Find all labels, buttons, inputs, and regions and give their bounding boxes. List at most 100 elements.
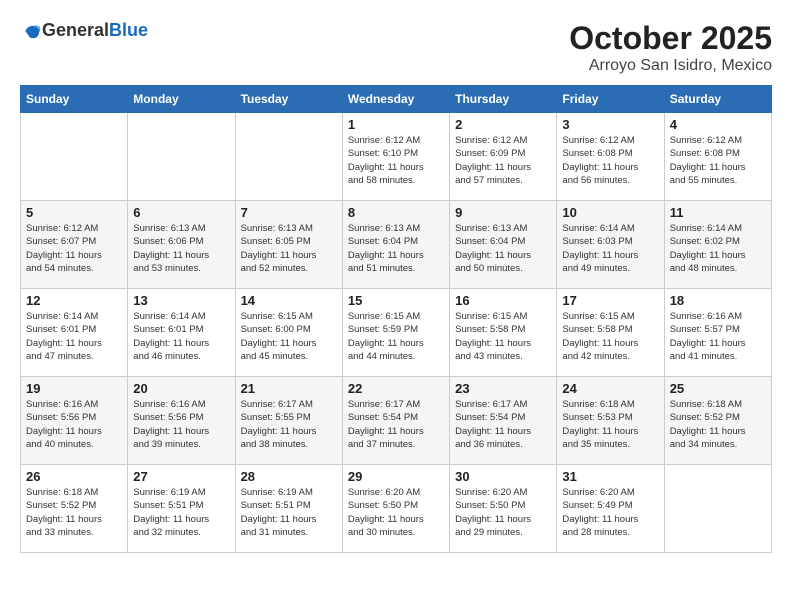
day-number: 24 <box>562 381 658 396</box>
day-number: 5 <box>26 205 122 220</box>
day-number: 15 <box>348 293 444 308</box>
day-number: 22 <box>348 381 444 396</box>
day-info: Sunrise: 6:18 AM Sunset: 5:53 PM Dayligh… <box>562 398 658 451</box>
day-number: 27 <box>133 469 229 484</box>
day-number: 12 <box>26 293 122 308</box>
day-number: 10 <box>562 205 658 220</box>
day-number: 1 <box>348 117 444 132</box>
day-info: Sunrise: 6:20 AM Sunset: 5:50 PM Dayligh… <box>348 486 444 539</box>
day-info: Sunrise: 6:20 AM Sunset: 5:50 PM Dayligh… <box>455 486 551 539</box>
weekday-header-friday: Friday <box>557 86 664 113</box>
calendar-week-1: 1Sunrise: 6:12 AM Sunset: 6:10 PM Daylig… <box>21 113 772 201</box>
calendar-cell: 8 Sunrise: 6:13 AM Sunset: 6:04 PM Daylig… <box>342 201 449 289</box>
calendar-week-3: 12 Sunrise: 6:14 AM Sunset: 6:01 PM Dayli… <box>21 289 772 377</box>
day-info: Sunrise: 6:13 AM Sunset: 6:06 PM Dayligh… <box>133 222 229 275</box>
calendar-cell: 12 Sunrise: 6:14 AM Sunset: 6:01 PM Dayli… <box>21 289 128 377</box>
calendar-cell: 31Sunrise: 6:20 AM Sunset: 5:49 PM Dayli… <box>557 465 664 553</box>
day-number: 20 <box>133 381 229 396</box>
calendar-cell: 15Sunrise: 6:15 AM Sunset: 5:59 PM Dayli… <box>342 289 449 377</box>
day-number: 8 <box>348 205 444 220</box>
calendar-cell: 2 Sunrise: 6:12 AM Sunset: 6:09 PM Daylig… <box>450 113 557 201</box>
day-info: Sunrise: 6:12 AM Sunset: 6:07 PM Dayligh… <box>26 222 122 275</box>
day-info: Sunrise: 6:16 AM Sunset: 5:57 PM Dayligh… <box>670 310 766 363</box>
calendar: SundayMondayTuesdayWednesdayThursdayFrid… <box>20 85 772 553</box>
day-number: 9 <box>455 205 551 220</box>
calendar-cell <box>664 465 771 553</box>
title-area: October 2025 Arroyo San Isidro, Mexico <box>569 20 772 75</box>
logo: GeneralBlue <box>20 20 148 41</box>
day-number: 16 <box>455 293 551 308</box>
calendar-cell: 7Sunrise: 6:13 AM Sunset: 6:05 PM Daylig… <box>235 201 342 289</box>
day-info: Sunrise: 6:16 AM Sunset: 5:56 PM Dayligh… <box>133 398 229 451</box>
calendar-cell: 16 Sunrise: 6:15 AM Sunset: 5:58 PM Dayli… <box>450 289 557 377</box>
day-info: Sunrise: 6:15 AM Sunset: 6:00 PM Dayligh… <box>241 310 337 363</box>
day-number: 29 <box>348 469 444 484</box>
day-info: Sunrise: 6:16 AM Sunset: 5:56 PM Dayligh… <box>26 398 122 451</box>
day-info: Sunrise: 6:20 AM Sunset: 5:49 PM Dayligh… <box>562 486 658 539</box>
day-number: 30 <box>455 469 551 484</box>
day-info: Sunrise: 6:12 AM Sunset: 6:09 PM Dayligh… <box>455 134 551 187</box>
calendar-cell: 10 Sunrise: 6:14 AM Sunset: 6:03 PM Dayli… <box>557 201 664 289</box>
day-info: Sunrise: 6:14 AM Sunset: 6:02 PM Dayligh… <box>670 222 766 275</box>
day-info: Sunrise: 6:14 AM Sunset: 6:01 PM Dayligh… <box>26 310 122 363</box>
calendar-cell: 9 Sunrise: 6:13 AM Sunset: 6:04 PM Daylig… <box>450 201 557 289</box>
calendar-cell: 24 Sunrise: 6:18 AM Sunset: 5:53 PM Dayli… <box>557 377 664 465</box>
calendar-cell: 5 Sunrise: 6:12 AM Sunset: 6:07 PM Daylig… <box>21 201 128 289</box>
calendar-cell: 29 Sunrise: 6:20 AM Sunset: 5:50 PM Dayli… <box>342 465 449 553</box>
day-info: Sunrise: 6:17 AM Sunset: 5:54 PM Dayligh… <box>348 398 444 451</box>
calendar-cell: 23Sunrise: 6:17 AM Sunset: 5:54 PM Dayli… <box>450 377 557 465</box>
day-info: Sunrise: 6:18 AM Sunset: 5:52 PM Dayligh… <box>670 398 766 451</box>
calendar-cell <box>21 113 128 201</box>
calendar-week-4: 19 Sunrise: 6:16 AM Sunset: 5:56 PM Dayli… <box>21 377 772 465</box>
day-info: Sunrise: 6:15 AM Sunset: 5:58 PM Dayligh… <box>562 310 658 363</box>
day-number: 11 <box>670 205 766 220</box>
day-number: 13 <box>133 293 229 308</box>
weekday-header-monday: Monday <box>128 86 235 113</box>
calendar-cell: 11 Sunrise: 6:14 AM Sunset: 6:02 PM Dayli… <box>664 201 771 289</box>
day-info: Sunrise: 6:12 AM Sunset: 6:08 PM Dayligh… <box>670 134 766 187</box>
calendar-cell: 22 Sunrise: 6:17 AM Sunset: 5:54 PM Dayli… <box>342 377 449 465</box>
calendar-week-5: 26Sunrise: 6:18 AM Sunset: 5:52 PM Dayli… <box>21 465 772 553</box>
calendar-cell: 19 Sunrise: 6:16 AM Sunset: 5:56 PM Dayli… <box>21 377 128 465</box>
calendar-cell: 20 Sunrise: 6:16 AM Sunset: 5:56 PM Dayli… <box>128 377 235 465</box>
day-number: 21 <box>241 381 337 396</box>
calendar-cell: 14Sunrise: 6:15 AM Sunset: 6:00 PM Dayli… <box>235 289 342 377</box>
day-number: 4 <box>670 117 766 132</box>
day-info: Sunrise: 6:13 AM Sunset: 6:04 PM Dayligh… <box>348 222 444 275</box>
calendar-cell: 21Sunrise: 6:17 AM Sunset: 5:55 PM Dayli… <box>235 377 342 465</box>
logo-general: General <box>42 20 109 40</box>
calendar-week-2: 5 Sunrise: 6:12 AM Sunset: 6:07 PM Daylig… <box>21 201 772 289</box>
weekday-header-row: SundayMondayTuesdayWednesdayThursdayFrid… <box>21 86 772 113</box>
day-number: 17 <box>562 293 658 308</box>
day-number: 28 <box>241 469 337 484</box>
calendar-cell: 28 Sunrise: 6:19 AM Sunset: 5:51 PM Dayli… <box>235 465 342 553</box>
calendar-cell: 3Sunrise: 6:12 AM Sunset: 6:08 PM Daylig… <box>557 113 664 201</box>
day-info: Sunrise: 6:19 AM Sunset: 5:51 PM Dayligh… <box>241 486 337 539</box>
day-info: Sunrise: 6:13 AM Sunset: 6:04 PM Dayligh… <box>455 222 551 275</box>
logo-blue: Blue <box>109 20 148 40</box>
day-number: 3 <box>562 117 658 132</box>
location-title: Arroyo San Isidro, Mexico <box>569 57 772 75</box>
calendar-cell: 17 Sunrise: 6:15 AM Sunset: 5:58 PM Dayli… <box>557 289 664 377</box>
day-number: 23 <box>455 381 551 396</box>
day-info: Sunrise: 6:13 AM Sunset: 6:05 PM Dayligh… <box>241 222 337 275</box>
page-header: GeneralBlue October 2025 Arroyo San Isid… <box>20 20 772 75</box>
weekday-header-tuesday: Tuesday <box>235 86 342 113</box>
weekday-header-wednesday: Wednesday <box>342 86 449 113</box>
calendar-cell: 30 Sunrise: 6:20 AM Sunset: 5:50 PM Dayli… <box>450 465 557 553</box>
day-number: 25 <box>670 381 766 396</box>
calendar-cell: 6 Sunrise: 6:13 AM Sunset: 6:06 PM Daylig… <box>128 201 235 289</box>
day-number: 26 <box>26 469 122 484</box>
day-info: Sunrise: 6:14 AM Sunset: 6:01 PM Dayligh… <box>133 310 229 363</box>
logo-icon <box>22 21 42 41</box>
day-info: Sunrise: 6:14 AM Sunset: 6:03 PM Dayligh… <box>562 222 658 275</box>
day-number: 18 <box>670 293 766 308</box>
day-info: Sunrise: 6:19 AM Sunset: 5:51 PM Dayligh… <box>133 486 229 539</box>
day-number: 6 <box>133 205 229 220</box>
weekday-header-sunday: Sunday <box>21 86 128 113</box>
day-number: 2 <box>455 117 551 132</box>
calendar-cell <box>128 113 235 201</box>
day-number: 19 <box>26 381 122 396</box>
calendar-cell <box>235 113 342 201</box>
day-info: Sunrise: 6:15 AM Sunset: 5:58 PM Dayligh… <box>455 310 551 363</box>
